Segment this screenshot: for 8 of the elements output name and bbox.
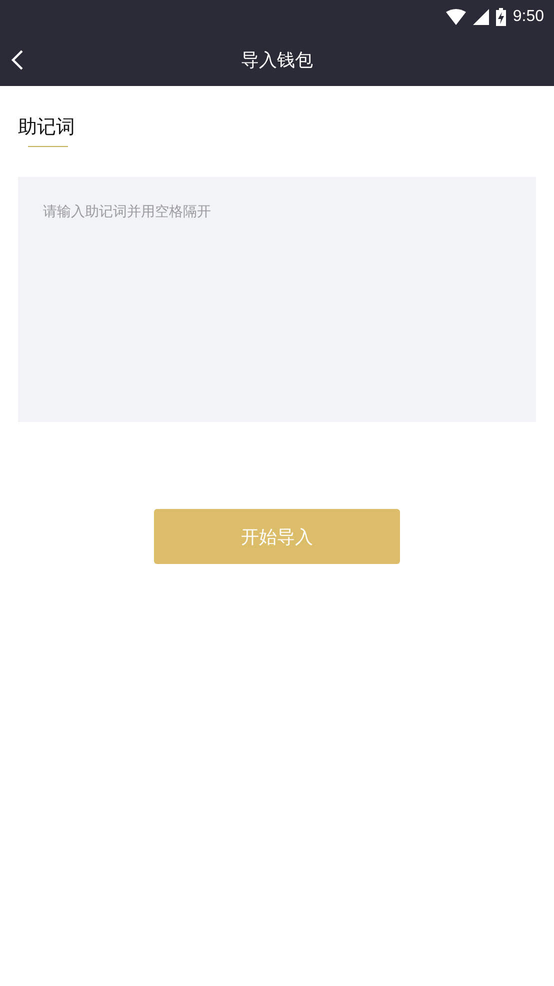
mnemonic-input-field[interactable]: 请输入助记词并用空格隔开 <box>18 177 536 422</box>
wifi-icon <box>446 8 466 24</box>
page-title: 导入钱包 <box>241 48 313 72</box>
section-title: 助记词 <box>18 115 75 140</box>
battery-icon <box>496 8 506 26</box>
status-time: 9:50 <box>512 8 544 26</box>
start-import-button[interactable]: 开始导入 <box>154 509 400 564</box>
signal-icon <box>472 8 489 24</box>
